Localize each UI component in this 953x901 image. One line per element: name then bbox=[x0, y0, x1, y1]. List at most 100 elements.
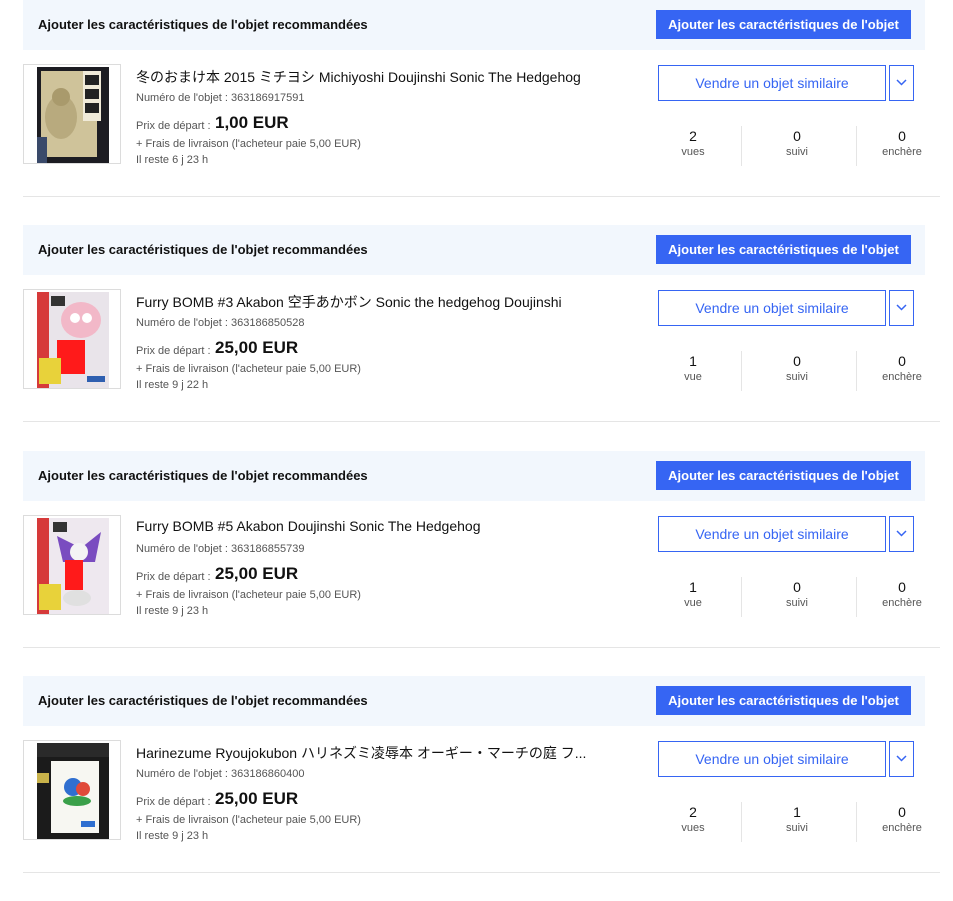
bids-stat: 0 enchère bbox=[862, 126, 942, 158]
item-number: Numéro de l'objet : 363186855739 bbox=[136, 543, 305, 555]
sell-similar-button[interactable]: Vendre un objet similaire bbox=[658, 65, 886, 101]
recommendation-banner: Ajouter les caractéristiques de l'objet … bbox=[23, 451, 925, 501]
item-image bbox=[37, 67, 109, 163]
bids-label: enchère bbox=[882, 597, 922, 609]
bids-count: 0 bbox=[898, 804, 906, 820]
price-label: Prix de départ : bbox=[136, 571, 211, 583]
item-thumbnail[interactable] bbox=[23, 515, 121, 615]
views-label: vue bbox=[684, 597, 702, 609]
shipping-cost: + Frais de livraison (l'acheteur paie 5,… bbox=[136, 814, 361, 826]
watchers-label: suivi bbox=[785, 597, 808, 609]
price-label: Prix de départ : bbox=[136, 345, 211, 357]
views-count: 1 bbox=[689, 579, 697, 595]
stat-divider bbox=[741, 802, 742, 842]
views-count: 1 bbox=[689, 353, 697, 369]
item-divider bbox=[23, 647, 940, 648]
item-number: Numéro de l'objet : 363186850528 bbox=[136, 317, 305, 329]
stat-divider bbox=[741, 577, 742, 617]
recommendation-banner: Ajouter les caractéristiques de l'objet … bbox=[23, 225, 925, 275]
sell-similar-button[interactable]: Vendre un objet similaire bbox=[658, 290, 886, 326]
chevron-down-icon bbox=[896, 530, 907, 537]
stat-divider bbox=[856, 351, 857, 391]
watchers-stat: 0 suivi bbox=[757, 126, 837, 158]
watchers-stat: 1 suivi bbox=[757, 802, 837, 834]
recommendation-banner: Ajouter les caractéristiques de l'objet … bbox=[23, 676, 925, 726]
views-count: 2 bbox=[689, 804, 697, 820]
add-item-specifics-button[interactable]: Ajouter les caractéristiques de l'objet bbox=[656, 235, 911, 264]
add-item-specifics-button[interactable]: Ajouter les caractéristiques de l'objet bbox=[656, 10, 911, 39]
watchers-count: 0 bbox=[793, 353, 801, 369]
bids-count: 0 bbox=[898, 579, 906, 595]
price-label: Prix de départ : bbox=[136, 796, 211, 808]
views-label: vues bbox=[681, 146, 705, 158]
stat-divider bbox=[856, 802, 857, 842]
bids-stat: 0 enchère bbox=[862, 802, 942, 834]
more-actions-dropdown[interactable] bbox=[889, 516, 914, 552]
shipping-cost: + Frais de livraison (l'acheteur paie 5,… bbox=[136, 138, 361, 150]
banner-text: Ajouter les caractéristiques de l'objet … bbox=[38, 468, 368, 483]
listing-item: Ajouter les caractéristiques de l'objet … bbox=[0, 0, 953, 225]
more-actions-dropdown[interactable] bbox=[889, 65, 914, 101]
item-thumbnail[interactable] bbox=[23, 289, 121, 389]
bids-count: 0 bbox=[898, 128, 906, 144]
views-stat: 2 vues bbox=[653, 802, 733, 834]
banner-text: Ajouter les caractéristiques de l'objet … bbox=[38, 693, 368, 708]
recommendation-banner: Ajouter les caractéristiques de l'objet … bbox=[23, 0, 925, 50]
item-number: Numéro de l'objet : 363186860400 bbox=[136, 768, 305, 780]
more-actions-dropdown[interactable] bbox=[889, 290, 914, 326]
shipping-cost: + Frais de livraison (l'acheteur paie 5,… bbox=[136, 363, 361, 375]
listing-item: Ajouter les caractéristiques de l'objet … bbox=[0, 676, 953, 901]
views-label: vue bbox=[684, 371, 702, 383]
item-price: 25,00 EUR bbox=[215, 338, 299, 357]
shipping-cost: + Frais de livraison (l'acheteur paie 5,… bbox=[136, 589, 361, 601]
item-divider bbox=[23, 421, 940, 422]
add-item-specifics-button[interactable]: Ajouter les caractéristiques de l'objet bbox=[656, 461, 911, 490]
item-divider bbox=[23, 872, 940, 873]
sell-similar-button[interactable]: Vendre un objet similaire bbox=[658, 516, 886, 552]
views-label: vues bbox=[681, 822, 705, 834]
watchers-stat: 0 suivi bbox=[757, 351, 837, 383]
stat-divider bbox=[856, 126, 857, 166]
item-title[interactable]: Furry BOMB #3 Akabon 空手あかボン Sonic the he… bbox=[136, 292, 606, 312]
price-label: Prix de départ : bbox=[136, 120, 211, 132]
item-price: 25,00 EUR bbox=[215, 789, 299, 808]
views-stat: 1 vue bbox=[653, 351, 733, 383]
item-thumbnail[interactable] bbox=[23, 740, 121, 840]
item-number: Numéro de l'objet : 363186917591 bbox=[136, 92, 305, 104]
item-image bbox=[37, 743, 109, 839]
stat-divider bbox=[856, 577, 857, 617]
item-image bbox=[37, 518, 109, 614]
listing-item: Ajouter les caractéristiques de l'objet … bbox=[0, 225, 953, 450]
item-price: 1,00 EUR bbox=[215, 113, 289, 132]
time-left: Il reste 9 j 23 h bbox=[136, 830, 209, 842]
bids-stat: 0 enchère bbox=[862, 577, 942, 609]
item-title[interactable]: Furry BOMB #5 Akabon Doujinshi Sonic The… bbox=[136, 518, 606, 534]
views-stat: 2 vues bbox=[653, 126, 733, 158]
more-actions-dropdown[interactable] bbox=[889, 741, 914, 777]
watchers-count: 0 bbox=[793, 579, 801, 595]
item-title[interactable]: 冬のおまけ本 2015 ミチヨシ Michiyoshi Doujinshi So… bbox=[136, 67, 606, 87]
chevron-down-icon bbox=[896, 79, 907, 86]
bids-label: enchère bbox=[882, 822, 922, 834]
banner-text: Ajouter les caractéristiques de l'objet … bbox=[38, 17, 368, 32]
bids-count: 0 bbox=[898, 353, 906, 369]
add-item-specifics-button[interactable]: Ajouter les caractéristiques de l'objet bbox=[656, 686, 911, 715]
chevron-down-icon bbox=[896, 755, 907, 762]
bids-stat: 0 enchère bbox=[862, 351, 942, 383]
watchers-count: 0 bbox=[793, 128, 801, 144]
listing-item: Ajouter les caractéristiques de l'objet … bbox=[0, 451, 953, 676]
watchers-label: suivi bbox=[785, 146, 808, 158]
chevron-down-icon bbox=[896, 304, 907, 311]
watchers-label: suivi bbox=[785, 822, 808, 834]
stat-divider bbox=[741, 351, 742, 391]
item-price: 25,00 EUR bbox=[215, 564, 299, 583]
item-thumbnail[interactable] bbox=[23, 64, 121, 164]
watchers-label: suivi bbox=[785, 371, 808, 383]
item-divider bbox=[23, 196, 940, 197]
stat-divider bbox=[741, 126, 742, 166]
views-count: 2 bbox=[689, 128, 697, 144]
bids-label: enchère bbox=[882, 371, 922, 383]
sell-similar-button[interactable]: Vendre un objet similaire bbox=[658, 741, 886, 777]
item-title[interactable]: Harinezume Ryoujokubon ハリネズミ凌辱本 オーギー・マーチ… bbox=[136, 743, 606, 763]
views-stat: 1 vue bbox=[653, 577, 733, 609]
